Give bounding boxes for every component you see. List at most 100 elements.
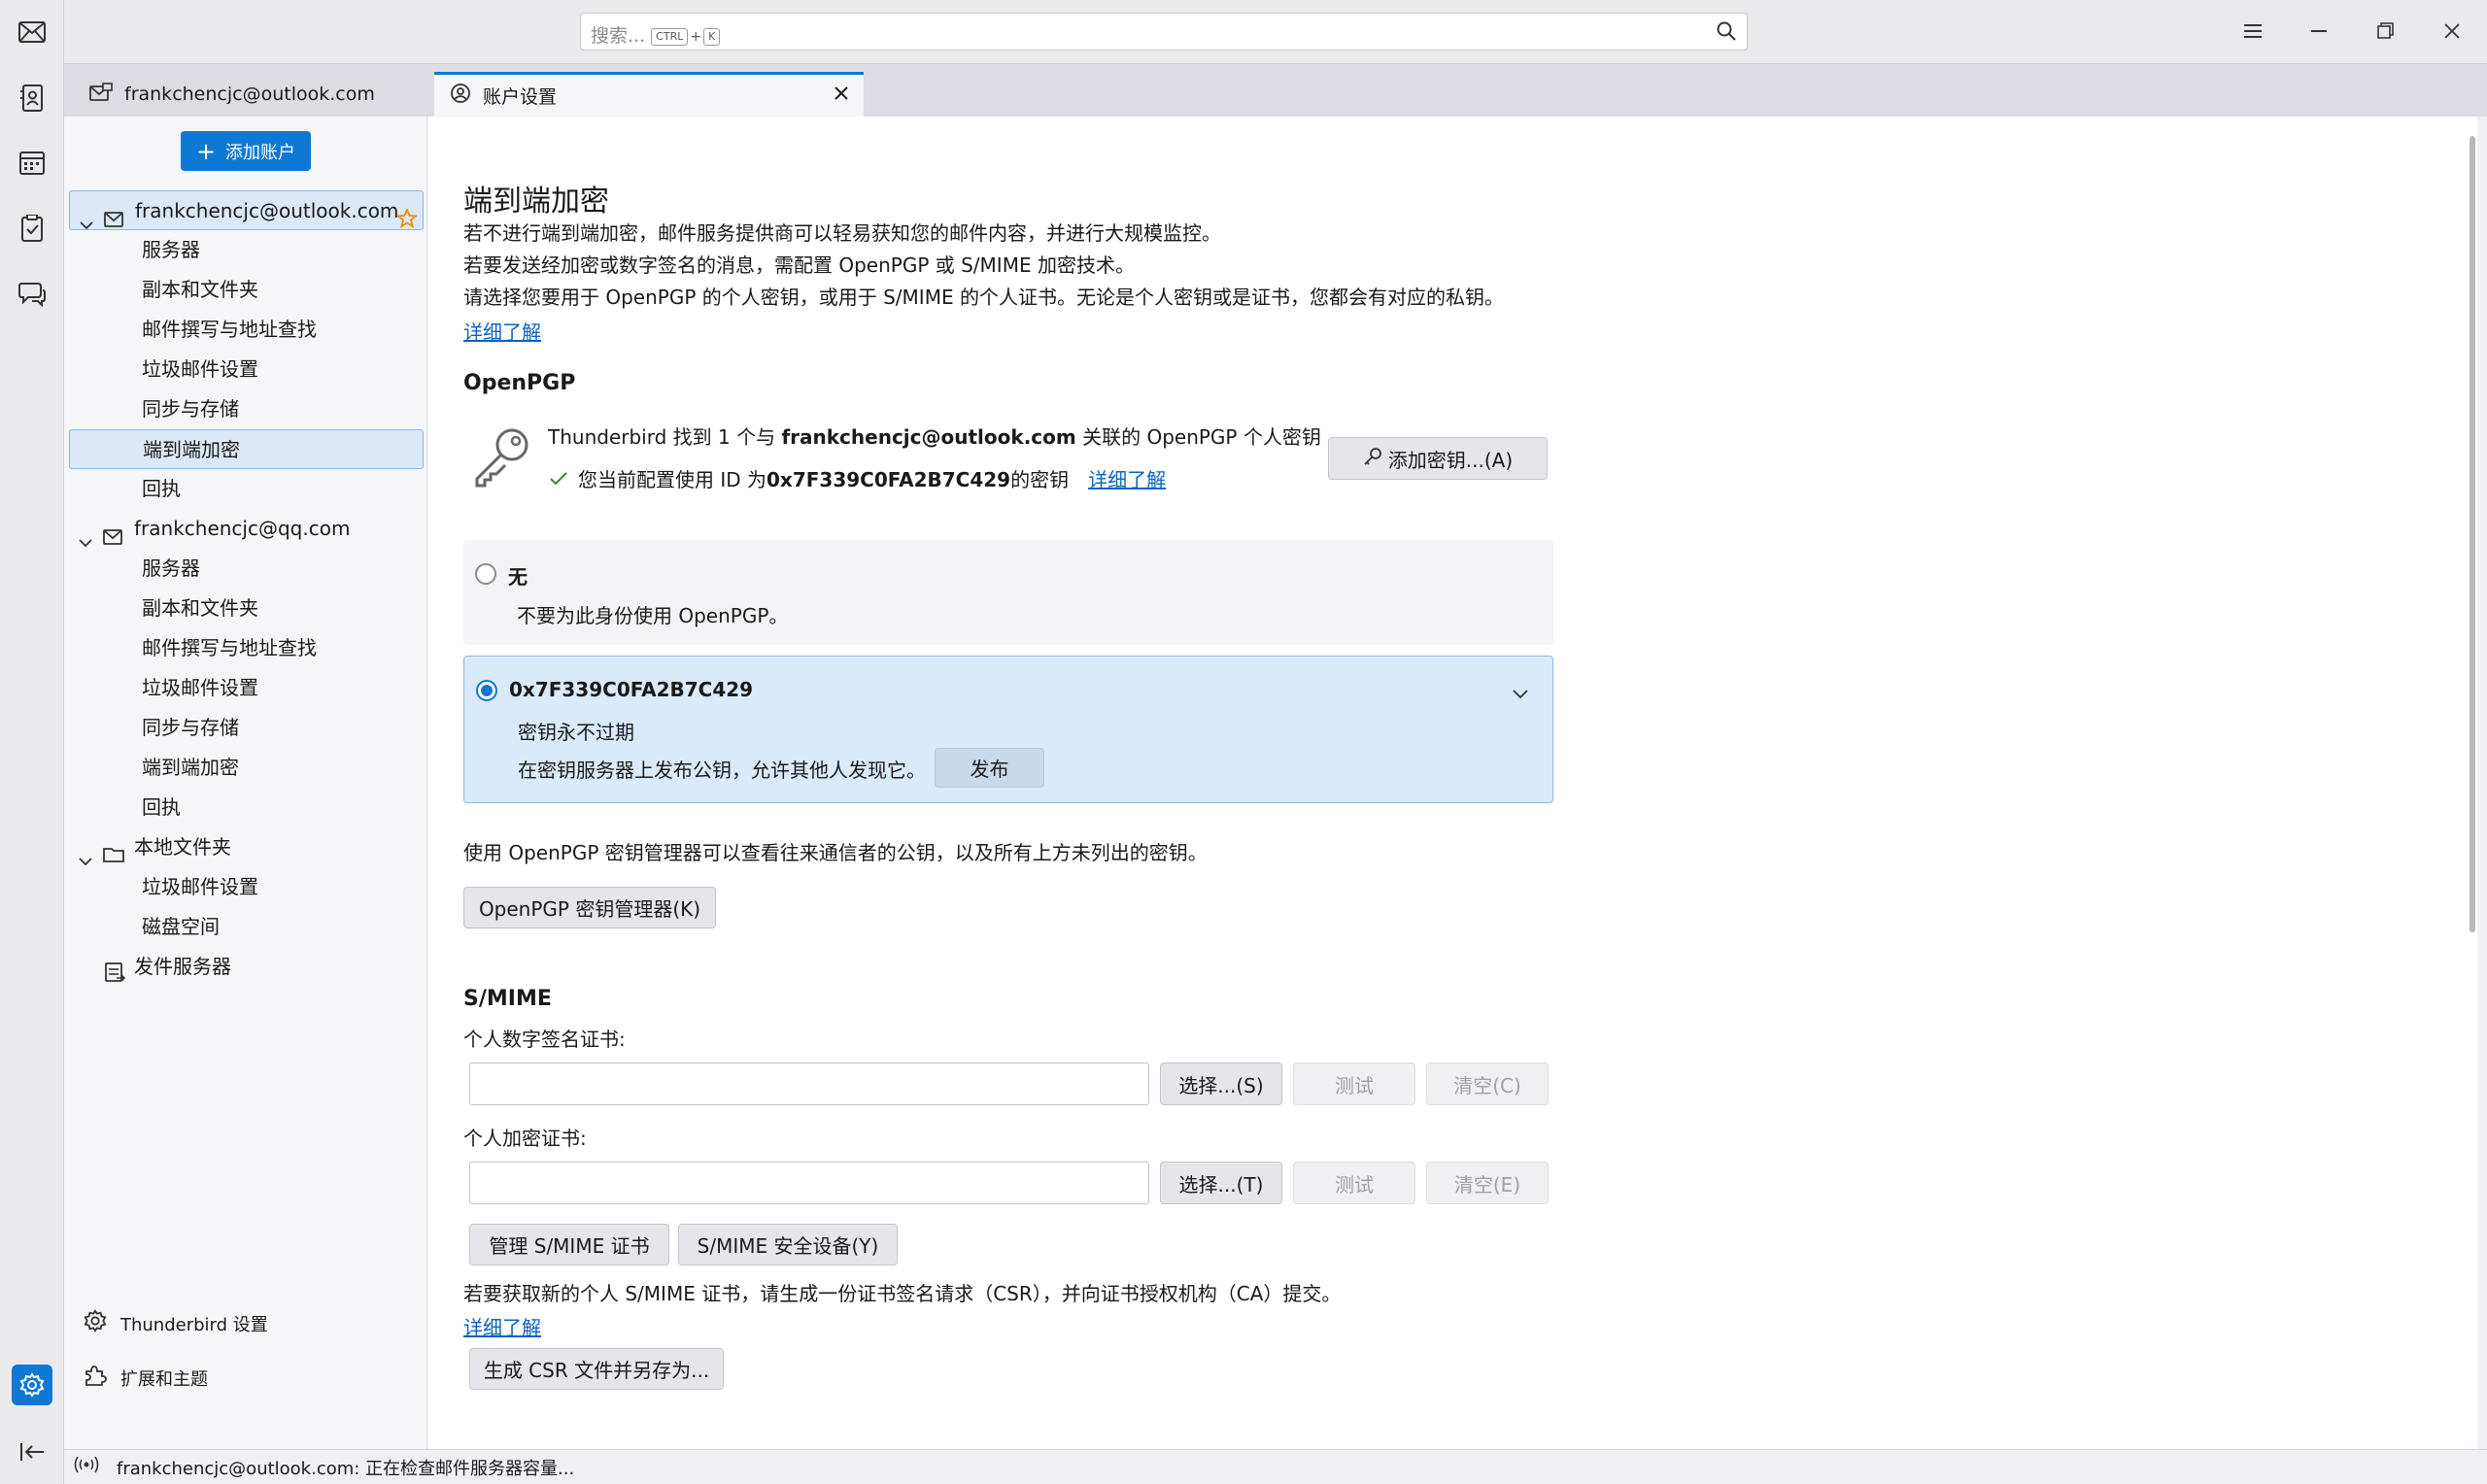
title-bar: 搜索... CTRL + K [0, 0, 2487, 64]
publish-button[interactable]: 发布 [935, 748, 1044, 788]
manage-smime-certs-button[interactable]: 管理 S/MIME 证书 [469, 1224, 669, 1265]
calendar-icon[interactable] [12, 142, 52, 183]
csr-description: 若要获取新的个人 S/MIME 证书，请生成一份证书签名请求（CSR），并向证书… [463, 1282, 1342, 1305]
shortcut-key-k: K [703, 27, 721, 46]
spaces-toolbar [0, 0, 64, 1484]
tree-item-sync[interactable]: 同步与存储 [64, 708, 427, 748]
search-placeholder: 搜索... [591, 25, 646, 47]
signing-cert-label: 个人数字签名证书: [463, 1028, 626, 1051]
tree-item-e2ee-selected[interactable]: 端到端加密 [69, 429, 424, 469]
radio-none[interactable] [475, 563, 496, 585]
close-window-icon[interactable] [2433, 14, 2471, 49]
tree-item-outgoing-server[interactable]: 发件服务器 [64, 947, 427, 987]
chat-icon[interactable] [12, 274, 52, 315]
openpgp-key-manager-button[interactable]: OpenPGP 密钥管理器(K) [463, 887, 716, 928]
tree-item-server[interactable]: 服务器 [64, 230, 427, 270]
gear-icon [84, 1309, 107, 1337]
close-tab-icon[interactable] [833, 84, 850, 107]
tree-item-composition[interactable]: 邮件撰写与地址查找 [64, 310, 427, 350]
account-outlook[interactable]: frankchencjc@outlook.com [69, 190, 424, 230]
tree-item-disk-space[interactable]: 磁盘空间 [64, 907, 427, 947]
account-local-folders[interactable]: 本地文件夹 [64, 827, 427, 867]
restore-icon[interactable] [2367, 14, 2405, 49]
clear-signing-cert-button[interactable]: 清空(C) [1426, 1062, 1549, 1105]
tree-item-sync[interactable]: 同步与存储 [64, 389, 427, 429]
account-qq[interactable]: frankchencjc@qq.com [64, 509, 427, 549]
app-menu-icon[interactable] [2234, 14, 2273, 49]
plus-icon: + [195, 137, 217, 165]
tree-item-e2ee[interactable]: 端到端加密 [64, 748, 427, 788]
tree-item-junk[interactable]: 垃圾邮件设置 [64, 668, 427, 708]
intro-line-3: 请选择您要用于 OpenPGP 的个人密钥，或用于 S/MIME 的个人证书。无… [463, 286, 1504, 309]
add-key-button[interactable]: 添加密钥...(A) [1328, 437, 1548, 480]
tree-item-server[interactable]: 服务器 [64, 549, 427, 589]
learn-more-link[interactable]: 详细了解 [1088, 464, 1166, 496]
addons-themes-link[interactable]: 扩展和主题 [84, 1364, 208, 1392]
search-icon[interactable] [1716, 20, 1737, 47]
learn-more-link[interactable]: 详细了解 [463, 317, 541, 345]
account-tree-pane: + 添加账户 frankchencjc@outlook.com 服务器 副本和文… [64, 117, 427, 1449]
signing-cert-field[interactable] [469, 1062, 1149, 1105]
encryption-cert-field[interactable] [469, 1162, 1149, 1204]
tree-item-receipts[interactable]: 回执 [64, 469, 427, 509]
account-name: 本地文件夹 [134, 835, 231, 859]
activity-icon[interactable] [74, 1456, 99, 1478]
none-description: 不要为此身份使用 OpenPGP。 [517, 604, 789, 627]
openpgp-config-text: 您当前配置使用 ID 为 0x7F339C0FA2B7C429 的密钥 详细了解 [549, 464, 1166, 496]
key-expiry: 密钥永不过期 [518, 721, 634, 744]
tab-strip: frankchencjc@outlook.com 账户设置 [64, 64, 2487, 117]
chevron-down-icon[interactable] [1512, 682, 1529, 705]
thunderbird-settings-link[interactable]: Thunderbird 设置 [84, 1309, 268, 1337]
smime-heading: S/MIME [463, 987, 552, 1011]
openpgp-option-none[interactable]: 无 不要为此身份使用 OpenPGP。 [463, 540, 1553, 645]
mail-icon[interactable] [12, 12, 52, 52]
tree-item-junk[interactable]: 垃圾邮件设置 [64, 867, 427, 907]
tree-item-composition[interactable]: 邮件撰写与地址查找 [64, 628, 427, 668]
settings-space-icon[interactable] [12, 1365, 52, 1405]
account-settings-icon [450, 83, 471, 109]
tree-item-copies-folders[interactable]: 副本和文件夹 [64, 589, 427, 628]
add-account-button[interactable]: + 添加账户 [181, 131, 311, 171]
minimize-icon[interactable] [2300, 14, 2339, 49]
key-small-icon [1363, 447, 1382, 471]
key-icon [471, 425, 533, 492]
account-settings-content: 端到端加密 若不进行端到端加密，邮件服务提供商可以轻易获知您的邮件内容，并进行大… [428, 117, 2477, 1449]
select-signing-cert-button[interactable]: 选择...(S) [1160, 1062, 1282, 1105]
intro-line-1: 若不进行端到端加密，邮件服务提供商可以轻易获知您的邮件内容，并进行大规模监控。 [463, 221, 1221, 245]
check-icon [549, 464, 568, 496]
generate-csr-button[interactable]: 生成 CSR 文件并另存为... [469, 1348, 724, 1390]
test-encryption-cert-button[interactable]: 测试 [1293, 1162, 1415, 1204]
shortcut-key-ctrl: CTRL [651, 27, 689, 46]
tree-item-receipts[interactable]: 回执 [64, 788, 427, 827]
learn-more-link[interactable]: 详细了解 [463, 1312, 541, 1340]
mail-account-icon [89, 82, 113, 107]
collapse-toolbar-icon[interactable] [12, 1432, 52, 1472]
key-manager-description: 使用 OpenPGP 密钥管理器可以查看往来通信者的公钥，以及所有上方未列出的密… [463, 841, 1208, 864]
intro-line-2: 若要发送经加密或数字签名的消息，需配置 OpenPGP 或 S/MIME 加密技… [463, 253, 1135, 277]
tab-mail[interactable]: frankchencjc@outlook.com [76, 72, 435, 117]
smime-security-devices-button[interactable]: S/MIME 安全设备(Y) [678, 1224, 898, 1265]
test-signing-cert-button[interactable]: 测试 [1293, 1062, 1415, 1105]
search-input[interactable]: 搜索... CTRL + K [580, 13, 1748, 51]
radio-key-selected[interactable] [476, 680, 497, 701]
shortcut-plus: + [690, 28, 702, 45]
openpgp-found-text: Thunderbird 找到 1 个与 frankchencjc@outlook… [548, 425, 1321, 449]
publish-description: 在密钥服务器上发布公钥，允许其他人发现它。 [518, 759, 926, 782]
tree-item-junk[interactable]: 垃圾邮件设置 [64, 350, 427, 389]
status-bar: frankchencjc@outlook.com: 正在检查邮件服务器容量... [64, 1449, 2487, 1484]
select-encryption-cert-button[interactable]: 选择...(T) [1160, 1162, 1282, 1204]
scrollbar[interactable] [2470, 136, 2475, 932]
account-name: frankchencjc@qq.com [134, 517, 351, 540]
status-text: frankchencjc@outlook.com: 正在检查邮件服务器容量... [117, 1458, 575, 1479]
page-title: 端到端加密 [463, 185, 609, 219]
clear-encryption-cert-button[interactable]: 清空(E) [1426, 1162, 1549, 1204]
openpgp-heading: OpenPGP [463, 371, 576, 395]
openpgp-option-key[interactable]: 0x7F339C0FA2B7C429 密钥永不过期 在密钥服务器上发布公钥，允许… [463, 656, 1553, 803]
tab-label: 账户设置 [483, 86, 558, 108]
tree-item-copies-folders[interactable]: 副本和文件夹 [64, 270, 427, 310]
tab-account-settings[interactable]: 账户设置 [434, 72, 864, 117]
tasks-icon[interactable] [12, 208, 52, 249]
outgoing-server-icon [103, 958, 126, 997]
puzzle-icon [84, 1364, 107, 1392]
address-book-icon[interactable] [12, 78, 52, 118]
